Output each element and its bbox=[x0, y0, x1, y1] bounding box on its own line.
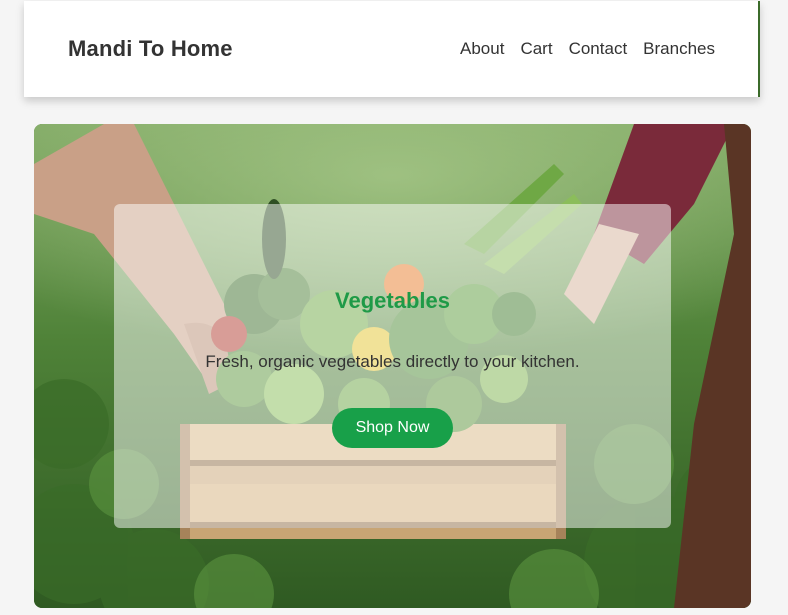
brand-logo-text[interactable]: Mandi To Home bbox=[68, 36, 233, 62]
nav-links: About Cart Contact Branches bbox=[460, 39, 715, 59]
hero-banner: Vegetables Fresh, organic vegetables dir… bbox=[34, 124, 751, 608]
hero-overlay-card: Vegetables Fresh, organic vegetables dir… bbox=[114, 204, 671, 528]
shop-now-button[interactable]: Shop Now bbox=[332, 408, 453, 448]
nav-link-about[interactable]: About bbox=[460, 39, 504, 59]
nav-link-branches[interactable]: Branches bbox=[643, 39, 715, 59]
nav-link-contact[interactable]: Contact bbox=[569, 39, 628, 59]
hero-title: Vegetables bbox=[335, 288, 450, 313]
navbar: Mandi To Home About Cart Contact Branche… bbox=[24, 1, 760, 97]
hero-subtitle: Fresh, organic vegetables directly to yo… bbox=[205, 352, 580, 371]
nav-link-cart[interactable]: Cart bbox=[520, 39, 552, 59]
